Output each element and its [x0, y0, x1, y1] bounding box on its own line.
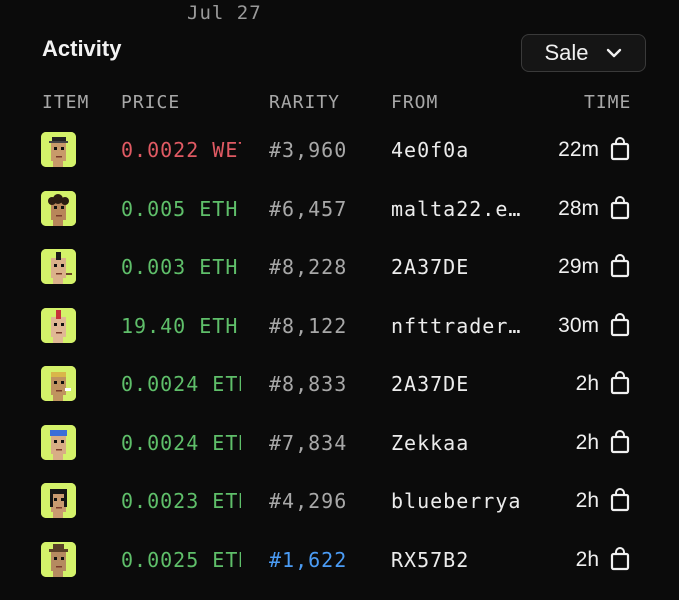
price-value: 0.0023 ETH [121, 489, 241, 513]
shopping-bag-icon[interactable] [610, 312, 630, 337]
rarity-value: #3,960 [269, 138, 348, 162]
price-value: 0.0024 ETH [121, 430, 241, 455]
shopping-bag-icon[interactable] [610, 371, 630, 395]
price-value: 0.0022 WETH [121, 138, 241, 162]
avatar[interactable] [41, 483, 76, 518]
chevron-down-icon [606, 48, 621, 58]
price-value: 0.0025 ETH [121, 547, 241, 572]
column-header-from: FROM [391, 92, 439, 113]
avatar-image [41, 366, 76, 401]
time-value: 29m [558, 255, 599, 278]
avatar-image [41, 190, 76, 226]
rarity-value: #1,622 [269, 547, 348, 572]
avatar[interactable] [41, 424, 76, 460]
avatar[interactable] [41, 132, 76, 167]
avatar-image [41, 249, 76, 284]
activity-row[interactable]: 0.003 ETH #8,228 2A37DE 29m [0, 249, 679, 307]
rarity-value: #8,122 [269, 313, 348, 338]
from-address-link[interactable]: malta22.eth [391, 197, 526, 221]
avatar[interactable] [41, 249, 76, 284]
from-address-link[interactable]: RX57B2 [391, 548, 526, 572]
shopping-bag-icon[interactable] [610, 254, 630, 278]
activity-row[interactable]: 0.0022 WETH #3,960 4e0f0a 22m [0, 132, 679, 190]
rarity-value: #8,228 [269, 255, 348, 279]
rarity-value: #7,834 [269, 430, 348, 455]
rarity-value: #4,296 [269, 489, 348, 513]
avatar[interactable] [41, 190, 76, 226]
activity-row[interactable]: 19.40 ETH #8,122 nfttrader... 30m [0, 307, 679, 366]
avatar-image [41, 307, 76, 343]
sale-filter-dropdown[interactable]: Sale [521, 34, 646, 72]
time-value: 28m [558, 196, 599, 220]
price-value: 0.003 ETH [121, 255, 239, 279]
from-address-link[interactable]: 4e0f0a [391, 138, 526, 162]
avatar[interactable] [41, 307, 76, 343]
avatar-image [41, 483, 76, 518]
avatar[interactable] [41, 541, 76, 577]
shopping-bag-icon[interactable] [610, 488, 630, 512]
price-value: 0.0024 ETH [121, 372, 241, 396]
avatar[interactable] [41, 366, 76, 401]
from-address-link[interactable]: 2A37DE [391, 372, 526, 396]
activity-row[interactable]: 0.0023 ETH #4,296 blueberrya 2h [0, 483, 679, 541]
column-header-price: PRICE [121, 92, 181, 113]
price-value: 19.40 ETH [121, 313, 239, 338]
activity-row[interactable]: 0.0024 ETH #7,834 Zekkaa 2h [0, 424, 679, 483]
shopping-bag-icon[interactable] [610, 429, 630, 454]
time-value: 22m [558, 138, 599, 161]
time-value: 2h [575, 372, 599, 395]
from-address-link[interactable]: nfttrader... [391, 314, 526, 338]
page-title: Activity [42, 36, 122, 61]
shopping-bag-icon[interactable] [610, 137, 630, 161]
from-address-link[interactable]: 2A37DE [391, 255, 526, 279]
time-value: 30m [558, 313, 599, 337]
avatar-image [41, 541, 76, 577]
avatar-image [41, 424, 76, 460]
time-value: 2h [575, 489, 599, 512]
filter-label: Sale [544, 40, 589, 65]
time-value: 2h [575, 547, 599, 571]
price-value: 0.005 ETH [121, 196, 239, 221]
time-value: 2h [575, 430, 599, 454]
date-label: Jul 27 [187, 2, 262, 24]
from-address-link[interactable]: Zekkaa [391, 431, 526, 455]
column-header-item: ITEM [42, 92, 90, 113]
rarity-value: #8,833 [269, 372, 348, 396]
column-header-time: TIME [584, 92, 632, 113]
activity-row[interactable]: 0.0024 ETH #8,833 2A37DE 2h [0, 366, 679, 424]
from-address-link[interactable]: blueberrya [391, 489, 526, 513]
activity-row[interactable]: 0.0025 ETH #1,622 RX57B2 2h [0, 541, 679, 600]
column-header-rarity: RARITY [269, 92, 341, 113]
shopping-bag-icon[interactable] [610, 546, 630, 571]
avatar-image [41, 132, 76, 167]
activity-row[interactable]: 0.005 ETH #6,457 malta22.eth 28m [0, 190, 679, 249]
rarity-value: #6,457 [269, 196, 348, 221]
shopping-bag-icon[interactable] [610, 195, 630, 220]
